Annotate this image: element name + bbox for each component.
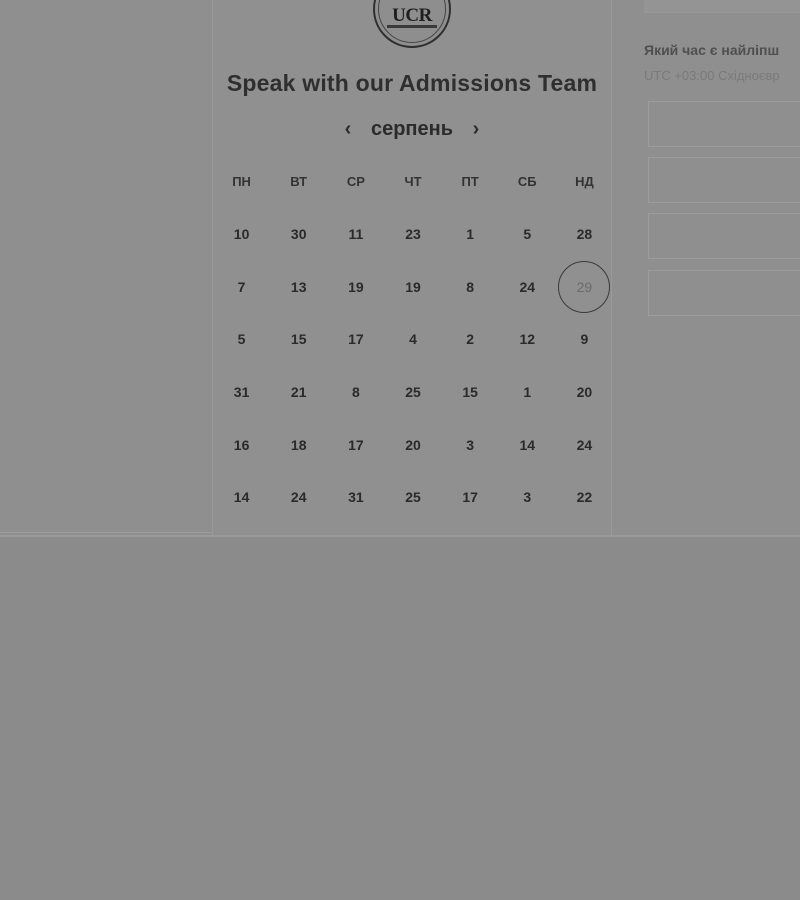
calendar-day[interactable]: 31 (213, 366, 270, 419)
page-title: Speak with our Admissions Team (226, 70, 598, 96)
weekday-label: СБ (517, 173, 537, 189)
calendar-day-selected[interactable]: 29 (556, 260, 613, 313)
calendar-week: 10 30 11 23 1 5 28 (213, 208, 613, 261)
calendar-day[interactable]: 15 (442, 366, 499, 419)
calendar-week: 5 15 17 4 2 12 9 (213, 313, 613, 366)
calendar-day[interactable]: 25 (384, 366, 441, 419)
time-question-heading: Який час є найліпш (644, 42, 780, 58)
calendar-day[interactable]: 20 (556, 366, 613, 419)
calendar-day[interactable]: 18 (270, 418, 327, 471)
time-slot-button[interactable]: 1 (648, 213, 800, 259)
weekday-label: ЧТ (404, 173, 422, 189)
logo-subtitle-bar (387, 25, 437, 28)
time-slot-button[interactable]: 1 (648, 270, 800, 316)
calendar-day[interactable]: 11 (327, 208, 384, 261)
weekday-label: ВТ (290, 173, 308, 189)
calendar-day[interactable]: 31 (327, 471, 384, 524)
calendar-day[interactable]: 22 (556, 471, 613, 524)
calendar-day[interactable]: 25 (384, 471, 441, 524)
time-slot-button[interactable]: 1 (648, 101, 800, 147)
panel-top-bar (644, 0, 800, 13)
calendar-week: 16 18 17 20 3 14 24 (213, 418, 613, 471)
calendar-day[interactable]: 20 (384, 418, 441, 471)
calendar-day[interactable]: 21 (270, 366, 327, 419)
next-month-button[interactable]: › (463, 116, 489, 142)
weekday-label: ПН (232, 173, 251, 189)
chevron-right-icon: › (472, 117, 480, 140)
calendar-day[interactable]: 7 (213, 260, 270, 313)
month-label: серпень (370, 117, 454, 140)
calendar-day[interactable]: 3 (442, 418, 499, 471)
calendar-day[interactable]: 1 (442, 208, 499, 261)
calendar-day[interactable]: 19 (384, 260, 441, 313)
ucr-logo: UCR (373, 0, 451, 48)
calendar-day[interactable]: 28 (556, 208, 613, 261)
left-divider (0, 532, 212, 533)
calendar-week: 14 24 31 25 17 3 22 (213, 471, 613, 524)
calendar-day[interactable]: 3 (499, 471, 556, 524)
timezone-label: UTC +03:00 Східноєвр (644, 68, 780, 83)
weekday-label: ПТ (461, 173, 479, 189)
calendar-day[interactable]: 17 (442, 471, 499, 524)
calendar-day[interactable]: 24 (270, 471, 327, 524)
calendar-day[interactable]: 23 (384, 208, 441, 261)
calendar-day[interactable]: 17 (327, 418, 384, 471)
chevron-left-icon: ‹ (344, 117, 352, 140)
calendar-day[interactable]: 24 (556, 418, 613, 471)
calendar-day[interactable]: 2 (442, 313, 499, 366)
calendar-day[interactable]: 17 (327, 313, 384, 366)
calendar-day[interactable]: 24 (499, 260, 556, 313)
calendar-day[interactable]: 13 (270, 260, 327, 313)
weekday-header: ПН ВТ СР ЧТ ПТ СБ НД (213, 155, 613, 208)
time-selection-panel: Який час є найліпш UTC +03:00 Східноєвр … (612, 0, 800, 536)
calendar-day[interactable]: 14 (499, 418, 556, 471)
time-slot-button[interactable]: 1 (648, 157, 800, 203)
booking-card: UCR Speak with our Admissions Team ‹ сер… (212, 0, 612, 536)
calendar-day[interactable]: 5 (499, 208, 556, 261)
calendar-day[interactable]: 19 (327, 260, 384, 313)
calendar-day[interactable]: 8 (327, 366, 384, 419)
weekday-label: СР (346, 173, 365, 189)
calendar-day[interactable]: 10 (213, 208, 270, 261)
calendar-day[interactable]: 16 (213, 418, 270, 471)
calendar-day[interactable]: 30 (270, 208, 327, 261)
calendar-day[interactable]: 8 (442, 260, 499, 313)
logo-text: UCR (392, 5, 432, 26)
calendar-week: 7 13 19 19 8 24 29 (213, 260, 613, 313)
calendar-day[interactable]: 1 (499, 366, 556, 419)
calendar-week: 31 21 8 25 15 1 20 (213, 366, 613, 419)
calendar-day[interactable]: 9 (556, 313, 613, 366)
calendar-day[interactable]: 5 (213, 313, 270, 366)
month-navigation: ‹ серпень › (213, 114, 611, 144)
weekday-label: НД (575, 173, 594, 189)
calendar-day[interactable]: 12 (499, 313, 556, 366)
calendar-day[interactable]: 4 (384, 313, 441, 366)
calendar-day[interactable]: 14 (213, 471, 270, 524)
calendar-day[interactable]: 15 (270, 313, 327, 366)
prev-month-button[interactable]: ‹ (335, 116, 361, 142)
calendar-grid: ПН ВТ СР ЧТ ПТ СБ НД 10 30 11 23 1 5 28 … (213, 155, 613, 524)
